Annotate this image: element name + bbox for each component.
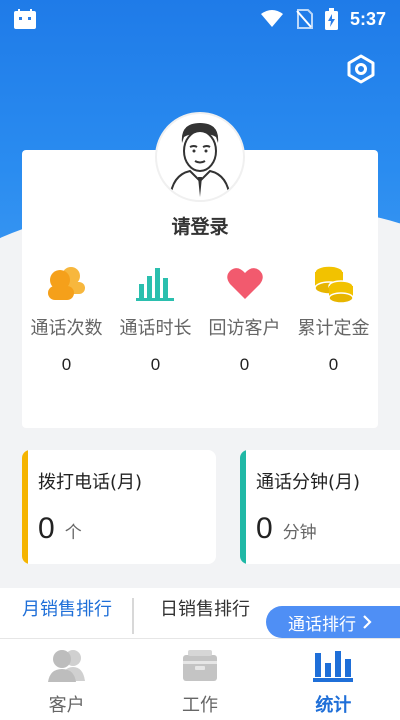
stat-call-duration[interactable]: 通话时长 0 [111,262,200,375]
stats-icon [313,651,354,682]
call-ranking-label: 通话排行 [288,614,356,635]
nav-stats[interactable]: 统计 [267,639,400,720]
battery-charging-icon [324,8,338,30]
card-accent-bar [22,450,28,564]
avatar[interactable] [155,112,245,202]
tab-day-sales-rank[interactable]: 日销售排行 [150,598,260,628]
stat-label: 累计定金 [297,318,370,339]
stat-value: 0 [61,355,72,374]
monthly-calls-card[interactable]: 拨打电话(月) 0 个 [22,450,216,564]
chevron-right-icon [363,615,372,629]
user-avatar-icon [169,123,231,199]
card-unit: 个 [64,523,82,543]
card-title: 通话分钟(月) [256,472,361,493]
stat-label: 通话时长 [119,318,192,339]
stat-revisit[interactable]: 回访客户 0 [200,262,289,375]
nav-work[interactable]: 工作 [133,639,266,720]
customers-icon [47,650,85,682]
card-value: 0 [256,512,273,545]
nav-label: 工作 [181,695,218,716]
bar-chart-icon [135,262,176,306]
card-value: 0 [38,512,55,545]
bottom-navigation: 客户 工作 统计 [0,638,400,720]
stats-row: 通话次数 0 通话时长 0 回访客户 0 累计定金 0 [22,262,378,375]
stat-value: 0 [150,355,161,374]
stat-deposit[interactable]: 累计定金 0 [289,262,378,375]
wifi-icon [260,10,283,27]
briefcase-icon [182,650,217,681]
card-title: 拨打电话(月) [38,472,143,493]
stat-label: 通话次数 [30,318,103,339]
card-unit: 分钟 [282,523,317,543]
tab-month-sales-rank[interactable]: 月销售排行 [12,598,122,628]
nav-label: 统计 [315,695,352,716]
card-accent-bar [240,450,246,564]
settings-button[interactable] [346,54,376,84]
coins-icon [313,262,355,306]
monthly-minutes-card[interactable]: 通话分钟(月) 0 分钟 [240,450,400,564]
nav-customers[interactable]: 客户 [0,639,133,720]
stat-value: 0 [239,355,250,374]
call-ranking-button[interactable]: 通话排行 [266,606,400,638]
stat-call-count[interactable]: 通话次数 0 [22,262,111,375]
login-link[interactable]: 请登录 [0,212,400,239]
stat-label: 回访客户 [208,318,281,339]
tab-divider [132,598,134,634]
stat-value: 0 [328,355,339,374]
status-time: 5:37 [349,8,386,29]
android-icon [14,9,36,29]
status-bar: 5:37 [0,0,400,38]
people-group-icon [47,262,87,306]
settings-hexagon-icon [347,54,375,84]
no-signal-icon [296,9,313,29]
heart-icon [226,262,264,306]
nav-label: 客户 [48,695,85,716]
